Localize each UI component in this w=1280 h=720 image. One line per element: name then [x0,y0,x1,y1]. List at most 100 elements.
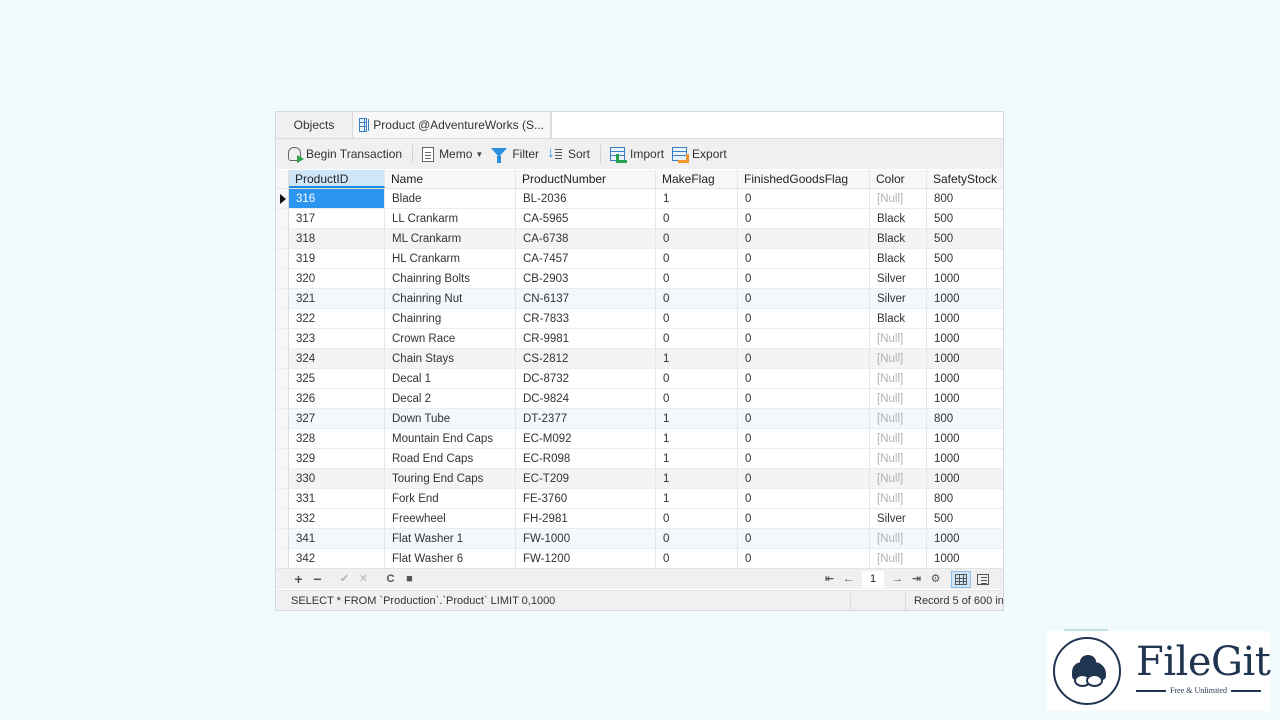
table-row[interactable]: 317 LL Crankarm CA-5965 0 0 Black 500 [276,209,1003,229]
cell-productid[interactable]: 332 [289,509,385,528]
cell-productid[interactable]: 326 [289,389,385,408]
current-row-indicator[interactable] [276,189,289,208]
import-button[interactable]: Import [610,147,664,163]
cell-productnumber[interactable]: EC-R098 [516,449,656,468]
discard-changes-button[interactable]: ✕ [354,569,373,590]
add-record-button[interactable]: + [289,569,308,590]
page-number-input[interactable]: 1 [862,570,884,588]
cell-name[interactable]: Freewheel [385,509,516,528]
delete-record-button[interactable]: − [308,569,327,590]
cell-name[interactable]: Blade [385,189,516,208]
cell-makeflag[interactable]: 0 [656,529,738,548]
next-page-button[interactable]: → [888,569,907,590]
row-indicator[interactable] [276,529,289,548]
row-indicator[interactable] [276,549,289,568]
cell-productnumber[interactable]: FW-1000 [516,529,656,548]
cell-color[interactable]: [Null] [870,389,927,408]
cell-safetystock[interactable]: 1000 [927,289,1003,308]
cell-productid[interactable]: 327 [289,409,385,428]
cell-productnumber[interactable]: CA-5965 [516,209,656,228]
table-row[interactable]: 323 Crown Race CR-9981 0 0 [Null] 1000 [276,329,1003,349]
cell-safetystock[interactable]: 500 [927,249,1003,268]
table-row[interactable]: 320 Chainring Bolts CB-2903 0 0 Silver 1000 [276,269,1003,289]
table-row[interactable]: 329 Road End Caps EC-R098 1 0 [Null] 1000 [276,449,1003,469]
cell-productnumber[interactable]: FW-1200 [516,549,656,568]
cell-safetystock[interactable]: 1000 [927,469,1003,488]
cell-finishedgoodsflag[interactable]: 0 [738,249,870,268]
cell-safetystock[interactable]: 500 [927,229,1003,248]
table-row[interactable]: 324 Chain Stays CS-2812 1 0 [Null] 1000 [276,349,1003,369]
cell-productnumber[interactable]: DC-8732 [516,369,656,388]
cell-name[interactable]: Mountain End Caps [385,429,516,448]
column-header-makeflag[interactable]: MakeFlag [656,170,738,188]
cell-makeflag[interactable]: 1 [656,449,738,468]
first-page-button[interactable]: ⇤ [820,569,839,590]
cell-productid[interactable]: 321 [289,289,385,308]
cell-finishedgoodsflag[interactable]: 0 [738,209,870,228]
cell-makeflag[interactable]: 0 [656,309,738,328]
cell-safetystock[interactable]: 1000 [927,389,1003,408]
row-indicator[interactable] [276,249,289,268]
column-header-finishedgoodsflag[interactable]: FinishedGoodsFlag [738,170,870,188]
cell-color[interactable]: [Null] [870,189,927,208]
last-page-button[interactable]: ⇥ [907,569,926,590]
cell-makeflag[interactable]: 0 [656,389,738,408]
row-indicator[interactable] [276,229,289,248]
cell-productid[interactable]: 331 [289,489,385,508]
cell-color[interactable]: [Null] [870,469,927,488]
cell-name[interactable]: ML Crankarm [385,229,516,248]
row-indicator[interactable] [276,349,289,368]
table-row[interactable]: 316 Blade BL-2036 1 0 [Null] 800 [276,189,1003,209]
row-indicator[interactable] [276,469,289,488]
cell-productid[interactable]: 328 [289,429,385,448]
cell-productnumber[interactable]: FE-3760 [516,489,656,508]
cell-safetystock[interactable]: 500 [927,209,1003,228]
cell-finishedgoodsflag[interactable]: 0 [738,389,870,408]
cell-safetystock[interactable]: 800 [927,409,1003,428]
row-indicator[interactable] [276,209,289,228]
cell-safetystock[interactable]: 1000 [927,369,1003,388]
cell-productnumber[interactable]: CA-6738 [516,229,656,248]
cell-productnumber[interactable]: FH-2981 [516,509,656,528]
export-button[interactable]: Export [672,147,727,163]
cell-name[interactable]: Decal 1 [385,369,516,388]
column-header-color[interactable]: Color [870,170,927,188]
cell-color[interactable]: [Null] [870,429,927,448]
cell-finishedgoodsflag[interactable]: 0 [738,269,870,288]
cell-makeflag[interactable]: 1 [656,469,738,488]
cell-productid[interactable]: 330 [289,469,385,488]
cell-finishedgoodsflag[interactable]: 0 [738,289,870,308]
cell-safetystock[interactable]: 1000 [927,549,1003,568]
cell-makeflag[interactable]: 0 [656,209,738,228]
cell-productnumber[interactable]: CR-9981 [516,329,656,348]
cell-finishedgoodsflag[interactable]: 0 [738,469,870,488]
cell-finishedgoodsflag[interactable]: 0 [738,229,870,248]
table-row[interactable]: 327 Down Tube DT-2377 1 0 [Null] 800 [276,409,1003,429]
cell-finishedgoodsflag[interactable]: 0 [738,529,870,548]
cell-safetystock[interactable]: 1000 [927,529,1003,548]
table-row[interactable]: 318 ML Crankarm CA-6738 0 0 Black 500 [276,229,1003,249]
cell-name[interactable]: Crown Race [385,329,516,348]
cell-productnumber[interactable]: EC-M092 [516,429,656,448]
cell-safetystock[interactable]: 1000 [927,429,1003,448]
cell-name[interactable]: Chainring Nut [385,289,516,308]
cell-productnumber[interactable]: DC-9824 [516,389,656,408]
begin-transaction-button[interactable]: Begin Transaction [288,147,402,163]
cell-makeflag[interactable]: 0 [656,549,738,568]
grid-view-button[interactable] [951,570,971,588]
cell-color[interactable]: Black [870,209,927,228]
cell-name[interactable]: LL Crankarm [385,209,516,228]
cell-makeflag[interactable]: 0 [656,329,738,348]
cell-color[interactable]: Silver [870,289,927,308]
cell-makeflag[interactable]: 0 [656,269,738,288]
tab-objects[interactable]: Objects [276,112,353,138]
cell-name[interactable]: Flat Washer 1 [385,529,516,548]
row-indicator[interactable] [276,429,289,448]
cell-productid[interactable]: 341 [289,529,385,548]
row-indicator[interactable] [276,509,289,528]
cell-productid[interactable]: 322 [289,309,385,328]
cell-makeflag[interactable]: 0 [656,229,738,248]
cell-productid[interactable]: 342 [289,549,385,568]
table-row[interactable]: 330 Touring End Caps EC-T209 1 0 [Null] 1000 [276,469,1003,489]
cell-name[interactable]: Chain Stays [385,349,516,368]
